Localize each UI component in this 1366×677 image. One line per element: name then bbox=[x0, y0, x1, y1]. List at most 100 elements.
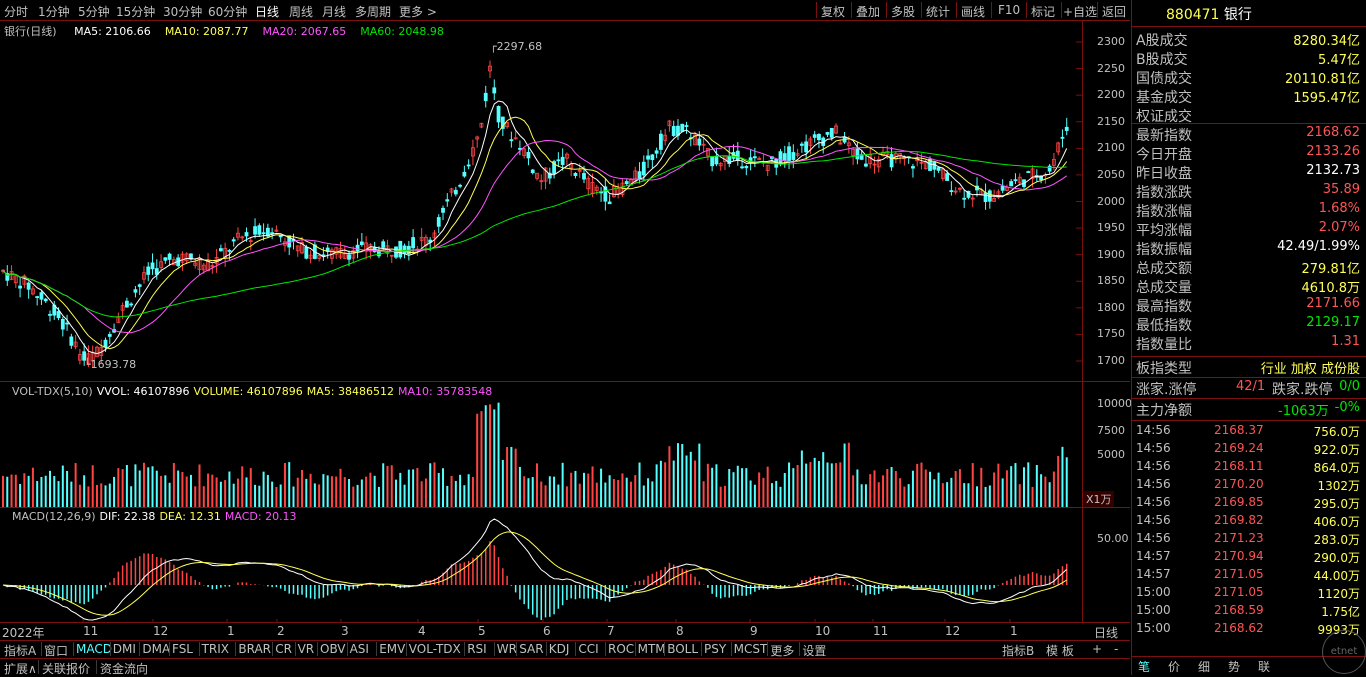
panel-divider bbox=[1132, 377, 1366, 378]
candle-body bbox=[911, 166, 915, 169]
adjust-button[interactable]: 复权 bbox=[821, 3, 845, 20]
overlay-button[interactable]: 叠加 bbox=[856, 3, 880, 20]
period-tab-60min[interactable]: 60分钟 bbox=[208, 3, 247, 20]
tick-row: 14:56 2168.37 756.0万 bbox=[1136, 423, 1364, 441]
candle-body bbox=[1013, 179, 1018, 182]
quote-tab-3[interactable]: 势 bbox=[1228, 658, 1240, 675]
quote-tab-2[interactable]: 细 bbox=[1198, 658, 1210, 675]
indicator-tab-vr[interactable]: VR bbox=[298, 642, 315, 656]
indicator-tab-voltdx[interactable]: VOL-TDX bbox=[409, 642, 461, 656]
indicator-tab-asi[interactable]: ASI bbox=[350, 642, 369, 656]
candle-body bbox=[227, 250, 232, 252]
statistics-button[interactable]: 统计 bbox=[926, 3, 950, 20]
indicator-tab-dmi[interactable]: DMI bbox=[113, 642, 136, 656]
main-fund-row: 主力净额 -1063万 -0% bbox=[1136, 400, 1364, 419]
tab-divider bbox=[605, 642, 606, 656]
indicator-tab-mcst[interactable]: MCST bbox=[734, 642, 768, 656]
panel-divider bbox=[1132, 420, 1366, 421]
candle-body bbox=[483, 92, 488, 102]
candle-body bbox=[56, 311, 61, 319]
draw-line-button[interactable]: 画线 bbox=[961, 3, 985, 20]
y-tick-label: 2050 bbox=[1097, 167, 1125, 181]
indicator-tab-roc[interactable]: ROC bbox=[608, 642, 634, 656]
tick-time: 14:56 bbox=[1136, 423, 1171, 437]
period-tab-daily[interactable]: 日线 bbox=[255, 3, 279, 20]
candle-body bbox=[445, 199, 450, 202]
candle-body bbox=[752, 156, 757, 159]
minus-button[interactable]: - bbox=[1114, 642, 1118, 656]
indicator-b-tab[interactable]: 指标B bbox=[1002, 642, 1034, 659]
up-label: 涨家.涨停 bbox=[1136, 382, 1197, 398]
period-tab-15min[interactable]: 15分钟 bbox=[116, 3, 155, 20]
multi-stock-button[interactable]: 多股 bbox=[891, 3, 915, 20]
indicator-tab-kdj[interactable]: KDJ bbox=[549, 642, 570, 656]
period-tab-timeshare[interactable]: 分时 bbox=[4, 3, 28, 20]
template-tab[interactable]: 模 板 bbox=[1046, 642, 1074, 659]
toolbar-divider bbox=[991, 2, 992, 18]
add-watchlist-button[interactable]: +自选 bbox=[1063, 3, 1097, 20]
period-tab-more[interactable]: 更多 > bbox=[399, 3, 437, 20]
back-button[interactable]: 返回 bbox=[1102, 3, 1126, 20]
quote-tab-0[interactable]: 笔 bbox=[1138, 658, 1150, 675]
indicator-tab-boll[interactable]: BOLL bbox=[667, 642, 698, 656]
indicator-tab-brar[interactable]: BRAR bbox=[238, 642, 271, 656]
plus-button[interactable]: + bbox=[1092, 642, 1102, 656]
indicator-tab-emv[interactable]: EMV bbox=[379, 642, 405, 656]
up-value: 42/1 bbox=[1236, 379, 1266, 394]
indicator-tab-mtm[interactable]: MTM bbox=[638, 642, 666, 656]
quote-row: 指数涨跌 35.89 bbox=[1136, 182, 1364, 201]
tick-volume: 1.75亿 bbox=[1321, 605, 1360, 619]
period-tab-monthly[interactable]: 月线 bbox=[322, 3, 346, 20]
quote-tab-1[interactable]: 价 bbox=[1168, 658, 1180, 675]
extend-tab[interactable]: 扩展∧ bbox=[4, 660, 37, 677]
mark-button[interactable]: 标记 bbox=[1031, 3, 1055, 20]
time-axis-label: 1 bbox=[1010, 624, 1018, 638]
ma5-line bbox=[2, 100, 1068, 355]
candle-body bbox=[26, 282, 31, 290]
candle-body bbox=[1000, 185, 1005, 191]
indicator-tab-cr[interactable]: CR bbox=[275, 642, 292, 656]
candle-body bbox=[530, 169, 535, 174]
fund-flow-tab[interactable]: 资金流向 bbox=[100, 660, 148, 677]
period-tab-30min[interactable]: 30分钟 bbox=[163, 3, 202, 20]
time-axis-label: 2 bbox=[277, 624, 285, 638]
toolbar-divider bbox=[816, 2, 817, 18]
indicator-tab-obv[interactable]: OBV bbox=[320, 642, 346, 656]
indicator-tab-psy[interactable]: PSY bbox=[704, 642, 726, 656]
indicator-tab-trix[interactable]: TRIX bbox=[202, 642, 229, 656]
indicator-a-tab[interactable]: 指标A bbox=[4, 642, 36, 659]
candle-body bbox=[817, 134, 821, 141]
indicator-tab-sar[interactable]: SAR bbox=[519, 642, 543, 656]
candle-body bbox=[441, 207, 445, 213]
indicator-tab-rsi[interactable]: RSI bbox=[467, 642, 487, 656]
period-tab-5min[interactable]: 5分钟 bbox=[78, 3, 110, 20]
indicator-tab-fsl[interactable]: FSL bbox=[172, 642, 193, 656]
indicator-tab-[interactable]: 更多 bbox=[770, 642, 794, 659]
tick-row: 14:56 2169.82 406.0万 bbox=[1136, 513, 1364, 531]
tick-price: 2168.37 bbox=[1214, 423, 1264, 437]
low-annotation-value: 1693.78 bbox=[90, 358, 137, 371]
indicator-tab-macd[interactable]: MACD bbox=[76, 642, 112, 656]
indicator-tab-wr[interactable]: WR bbox=[497, 642, 517, 656]
tick-price: 2168.62 bbox=[1214, 621, 1264, 635]
candle-body bbox=[18, 285, 22, 289]
time-axis-label: 12 bbox=[945, 624, 961, 638]
quote-row-value: 4610.8万 bbox=[1301, 281, 1361, 296]
period-tab-multi[interactable]: 多周期 bbox=[355, 3, 391, 20]
period-tab-weekly[interactable]: 周线 bbox=[289, 3, 313, 20]
quote-header: 880471 银行 bbox=[1166, 4, 1252, 24]
indicator-tab-[interactable]: 窗口 bbox=[44, 642, 68, 659]
related-quote-tab[interactable]: 关联报价 bbox=[42, 660, 90, 677]
indicator-tab-[interactable]: 设置 bbox=[802, 642, 826, 659]
f10-button[interactable]: F10 bbox=[998, 3, 1020, 17]
quote-row-value: 1595.47亿 bbox=[1293, 91, 1360, 106]
kline-chart[interactable] bbox=[0, 21, 1082, 622]
quote-row-label: B股成交 bbox=[1136, 52, 1188, 68]
quote-tab-4[interactable]: 联 bbox=[1258, 658, 1270, 675]
indicator-tab-dma[interactable]: DMA bbox=[142, 642, 170, 656]
low-annotation: └1693.78 bbox=[84, 358, 137, 371]
indicator-tab-cci[interactable]: CCI bbox=[578, 642, 598, 656]
quote-row-value: 35.89 bbox=[1322, 182, 1360, 197]
period-tab-1min[interactable]: 1分钟 bbox=[38, 3, 70, 20]
tick-volume: 922.0万 bbox=[1313, 443, 1360, 457]
